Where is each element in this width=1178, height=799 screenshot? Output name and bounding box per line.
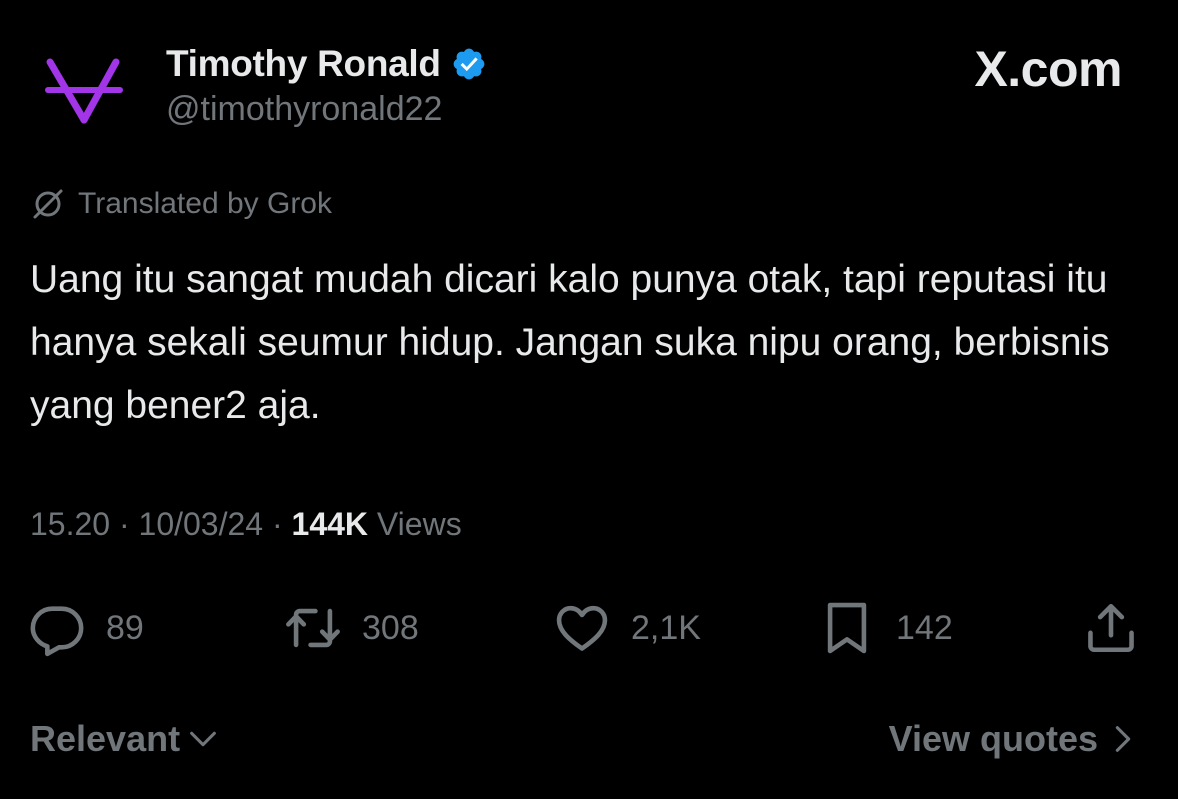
chevron-right-icon bbox=[1115, 726, 1131, 752]
meta-separator: · bbox=[271, 506, 283, 542]
author-block: Timothy Ronald @timothyronald22 bbox=[166, 42, 487, 129]
views-label: Views bbox=[376, 506, 462, 542]
action-bar: 89 308 2,1K 142 bbox=[0, 596, 1178, 660]
heart-icon bbox=[556, 605, 608, 651]
tweet-meta: 15.20 · 10/03/24 · 144K Views bbox=[30, 506, 462, 543]
brand-logo: X.com bbox=[974, 41, 1122, 97]
bookmark-icon bbox=[827, 602, 867, 654]
bookmark-button[interactable]: 142 bbox=[818, 596, 953, 660]
view-quotes-link[interactable]: View quotes bbox=[889, 718, 1140, 760]
like-count: 2,1K bbox=[631, 608, 701, 647]
reply-icon bbox=[30, 606, 84, 657]
reply-count: 89 bbox=[106, 608, 144, 647]
tweet-date[interactable]: 10/03/24 bbox=[139, 506, 264, 542]
share-icon bbox=[1088, 603, 1134, 653]
views-count: 144K bbox=[291, 506, 369, 542]
sort-dropdown[interactable]: Relevant bbox=[30, 718, 220, 760]
repost-count: 308 bbox=[362, 608, 419, 647]
translation-note[interactable]: Translated by Grok bbox=[30, 186, 332, 222]
author-handle[interactable]: @timothyronald22 bbox=[166, 90, 487, 129]
verified-badge-icon[interactable] bbox=[451, 46, 487, 82]
meta-separator: · bbox=[118, 506, 130, 542]
repost-button[interactable]: 308 bbox=[284, 596, 419, 660]
repost-icon bbox=[286, 608, 340, 648]
like-button[interactable]: 2,1K bbox=[553, 596, 701, 660]
grok-icon bbox=[33, 189, 63, 219]
author-name-row: Timothy Ronald bbox=[166, 42, 487, 86]
avatar[interactable] bbox=[44, 54, 124, 126]
reply-button[interactable]: 89 bbox=[28, 596, 144, 660]
sort-label: Relevant bbox=[30, 718, 181, 759]
view-quotes-label: View quotes bbox=[888, 718, 1098, 759]
author-display-name[interactable]: Timothy Ronald bbox=[166, 43, 441, 85]
tweet-text: Uang itu sangat mudah dicari kalo punya … bbox=[30, 258, 1110, 427]
tweet-time[interactable]: 15.20 bbox=[30, 506, 110, 542]
bookmark-count: 142 bbox=[896, 608, 953, 647]
share-button[interactable] bbox=[1082, 596, 1140, 660]
translation-note-label: Translated by Grok bbox=[78, 187, 332, 220]
chevron-down-icon bbox=[190, 731, 216, 747]
replies-footer: Relevant View quotes bbox=[0, 718, 1178, 768]
purple-v-logo-icon bbox=[45, 58, 123, 124]
